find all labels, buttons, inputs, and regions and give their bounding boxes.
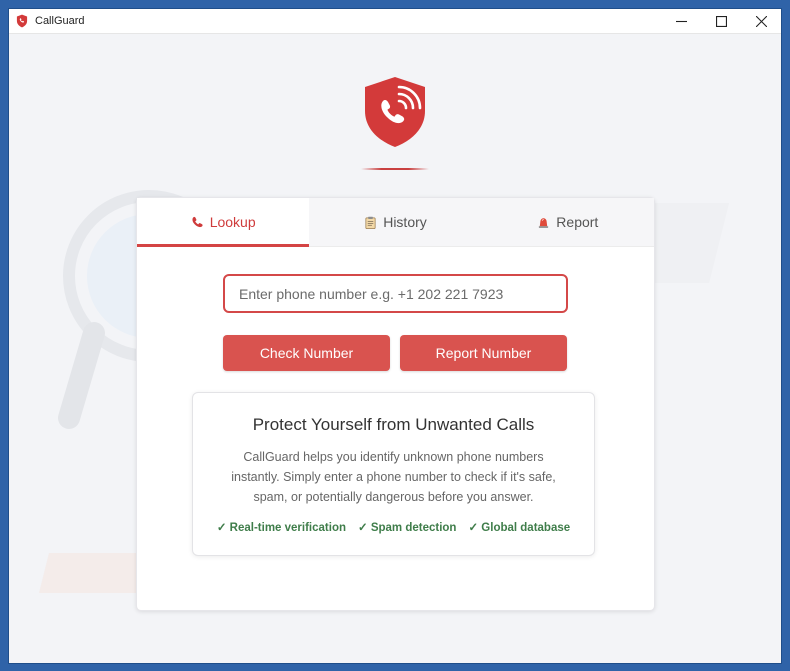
tab-lookup[interactable]: Lookup: [137, 198, 310, 247]
shield-phone-logo-icon: [365, 77, 425, 147]
info-title: Protect Yourself from Unwanted Calls: [252, 415, 535, 434]
logo-divider: [361, 168, 429, 170]
tab-lookup-label: Lookup: [209, 214, 256, 230]
shield-phone-app-icon: [16, 14, 28, 28]
tab-bar: Lookup History Report: [137, 198, 654, 247]
close-icon: [755, 15, 767, 27]
phone-icon: [191, 216, 204, 229]
feature-realtime-verification: ✓ Real-time verification: [216, 522, 346, 534]
title-bar[interactable]: CallGuard: [9, 9, 781, 34]
tab-report[interactable]: Report: [481, 198, 654, 246]
maximize-button[interactable]: [701, 9, 741, 33]
alert-bell-icon: [537, 216, 550, 229]
report-number-button[interactable]: Report Number: [400, 335, 567, 371]
info-panel: Protect Yourself from Unwanted Calls Cal…: [192, 392, 595, 556]
tab-history-label: History: [383, 214, 427, 230]
minimize-icon: [675, 20, 687, 22]
app-content: Lookup History Report Check Number Re: [9, 33, 781, 663]
app-window: CallGuard Lookup History Report Enter ph…: [8, 8, 782, 664]
feature-global-database: ✓ Global database: [468, 522, 571, 534]
window-title: CallGuard: [35, 15, 85, 27]
clipboard-icon: [364, 216, 377, 229]
feature-spam-detection: ✓ Spam detection: [358, 522, 457, 534]
tab-report-label: Report: [556, 214, 599, 230]
info-description: CallGuard helps you identify unknown pho…: [231, 450, 556, 504]
maximize-icon: [715, 15, 727, 27]
phone-number-input[interactable]: [223, 274, 568, 313]
feature-list: ✓ Real-time verification ✓ Spam detectio…: [193, 520, 594, 534]
main-card: Lookup History Report Check Number Re: [136, 197, 655, 611]
check-number-button[interactable]: Check Number: [223, 335, 390, 371]
minimize-button[interactable]: [661, 9, 701, 33]
tab-history[interactable]: History: [309, 198, 482, 246]
close-button[interactable]: [741, 9, 781, 33]
